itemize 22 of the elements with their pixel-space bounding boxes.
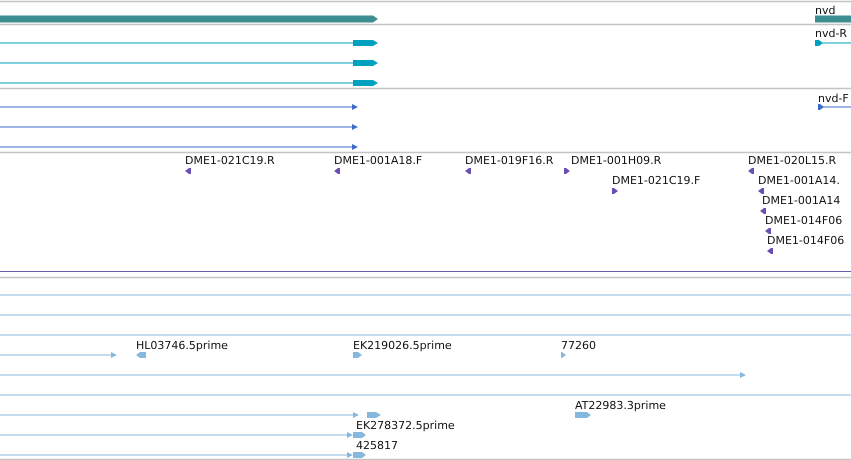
feature-label: EK278372.5prime — [356, 419, 455, 432]
feature-label: nvd — [815, 4, 836, 17]
feature-label: 77260 — [561, 339, 596, 352]
feature-label: DME1-001A14 — [762, 194, 840, 207]
primer-line — [822, 106, 851, 108]
feature-label: DME1-020L15.R — [748, 154, 836, 167]
feature-label: AT22983.3prime — [575, 399, 666, 412]
feature-label: DME1-014F06 — [767, 234, 844, 247]
feature-label: DME1-021C19.R — [185, 154, 275, 167]
feature-label: DME1-001H09.R — [571, 154, 662, 167]
feature-label: HL03746.5prime — [136, 339, 228, 352]
feature-label: nvd-R — [815, 27, 848, 40]
feature-label: DME1-001A18.F — [334, 154, 422, 167]
feature-label: 425817 — [356, 439, 398, 452]
feature-label: DME1-019F16.R — [465, 154, 554, 167]
feature-label: DME1-001A14. — [758, 174, 840, 187]
feature-label: nvd-F — [818, 92, 849, 105]
est-marker — [367, 412, 381, 418]
feature-label: DME1-021C19.F — [612, 174, 700, 187]
feature-label: DME1-014F06 — [765, 214, 842, 227]
transcript-line — [820, 42, 851, 44]
feature-label: EK219026.5prime — [353, 339, 452, 352]
